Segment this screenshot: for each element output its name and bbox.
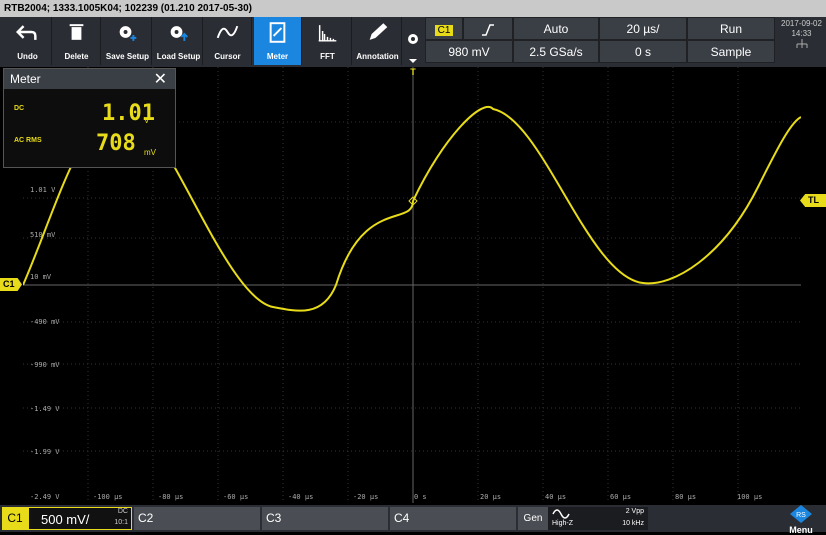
trigger-position-marker[interactable]: T [408,67,418,81]
undo-icon [15,25,37,40]
rising-edge-icon [482,24,494,36]
date: 2017-09-02 [781,19,822,28]
load-setup-button[interactable]: Load Setup [155,17,203,65]
x-label: 40 µs [545,493,567,501]
y-label: -1.99 V [30,448,60,456]
window-title: RTB2004; 1333.1005K04; 102239 (01.210 20… [0,0,826,17]
meter-icon [269,22,286,43]
x-label: 100 µs [737,493,763,501]
trigger-source[interactable]: C1 [425,17,463,40]
ch3-button[interactable]: C3 [262,507,388,530]
generator-frequency: 10 kHz [622,520,644,527]
undo-label: Undo [17,52,38,61]
trigger-mode[interactable]: Auto [513,17,599,40]
generator-load: High-Z [552,520,574,527]
meter-header: Meter ✕ [4,69,175,89]
run-state[interactable]: Run [687,17,775,40]
ch1-button[interactable]: C1 [2,507,28,530]
dc-unit: V [144,116,150,125]
x-label: 20 µs [480,493,502,501]
cursor-icon [216,25,239,39]
gear-load-icon [170,26,189,41]
y-label: -2.49 V [30,493,60,501]
y-label: -490 mV [30,318,60,326]
ch1-offset-marker[interactable]: C1 [0,278,22,291]
y-label: -1.49 V [30,405,60,413]
x-label: -60 µs [223,493,249,501]
meter-title: Meter [10,72,41,86]
trigger-level-marker[interactable]: TL [800,194,826,207]
ch1-settings[interactable]: 500 mV/ DC 10:1 [28,507,132,530]
ch2-button[interactable]: C2 [134,507,260,530]
load-setup-label: Load Setup [156,52,201,61]
cursor-label: Cursor [214,52,241,61]
ch1-coupling: DC [117,508,128,515]
y-label: 10 mV [30,273,52,281]
x-label: -20 µs [353,493,379,501]
acquisition-mode[interactable]: Sample [687,40,775,63]
menu-label: Menu [789,525,813,535]
y-label: 510 mV [30,231,56,239]
save-setup-button[interactable]: Save Setup [104,17,152,65]
acrms-label: AC RMS [14,137,42,144]
sample-rate: 2.5 GSa/s [513,40,599,63]
generator-amplitude: 2 Vpp [625,508,644,515]
x-label: 80 µs [675,493,697,501]
fft-button[interactable]: FFT [304,17,352,65]
cursor-button[interactable]: Cursor [204,17,252,65]
meter-panel: Meter ✕ DC 1.01 V AC RMS 708 mV [3,68,176,168]
x-label: -80 µs [158,493,184,501]
trash-icon [69,24,84,40]
svg-text:RS: RS [796,512,806,519]
x-label: -100 µs [93,493,123,501]
generator-settings[interactable]: High-Z 2 Vpp 10 kHz [548,507,648,530]
generator-button[interactable]: Gen [518,507,548,530]
pencil-icon [369,23,388,40]
x-label: 0 s [414,493,427,501]
ch4-button[interactable]: C4 [390,507,516,530]
annotation-label: Annotation [356,52,399,61]
gear-icon [408,34,418,63]
y-label: -990 mV [30,361,60,369]
datetime: 2017-09-02 14:33 [777,17,826,65]
timebase[interactable]: 20 µs/ [599,17,687,40]
x-label: 60 µs [610,493,632,501]
time: 14:33 [791,29,812,38]
acrms-unit: mV [144,148,156,157]
save-setup-label: Save Setup [105,52,150,61]
meter-button[interactable]: Meter [254,17,302,65]
annotation-button[interactable]: Annotation [354,17,402,65]
ch1-scale: 500 mV/ [41,512,90,527]
x-label: -40 µs [288,493,314,501]
dc-label: DC [14,105,25,112]
delete-button[interactable]: Delete [53,17,101,65]
meter-label: Meter [266,52,289,61]
menu-button[interactable]: RS Menu [776,505,826,535]
fft-icon [318,25,337,42]
y-label: 1.01 V [30,186,56,194]
channel-bar: C1 500 mV/ DC 10:1 C2 C3 C4 Gen High-Z 2… [0,505,826,535]
horizontal-position[interactable]: 0 s [599,40,687,63]
trigger-level[interactable]: 980 mV [425,40,513,63]
close-icon[interactable]: ✕ [154,70,167,90]
trigger-slope[interactable] [463,17,513,40]
rs-logo-icon: RS [790,505,812,523]
trigger-channel-badge: C1 [434,25,454,36]
trigger-pos-label: T [410,67,416,77]
network-icon [796,39,807,48]
settings-button[interactable] [403,17,423,65]
gear-save-icon [119,26,137,41]
undo-button[interactable]: Undo [4,17,52,65]
acrms-value: 708 [96,131,136,156]
ch1-probe: 10:1 [114,519,128,526]
fft-label: FFT [320,52,335,61]
sine-wave-icon [552,509,570,519]
delete-label: Delete [64,52,89,61]
